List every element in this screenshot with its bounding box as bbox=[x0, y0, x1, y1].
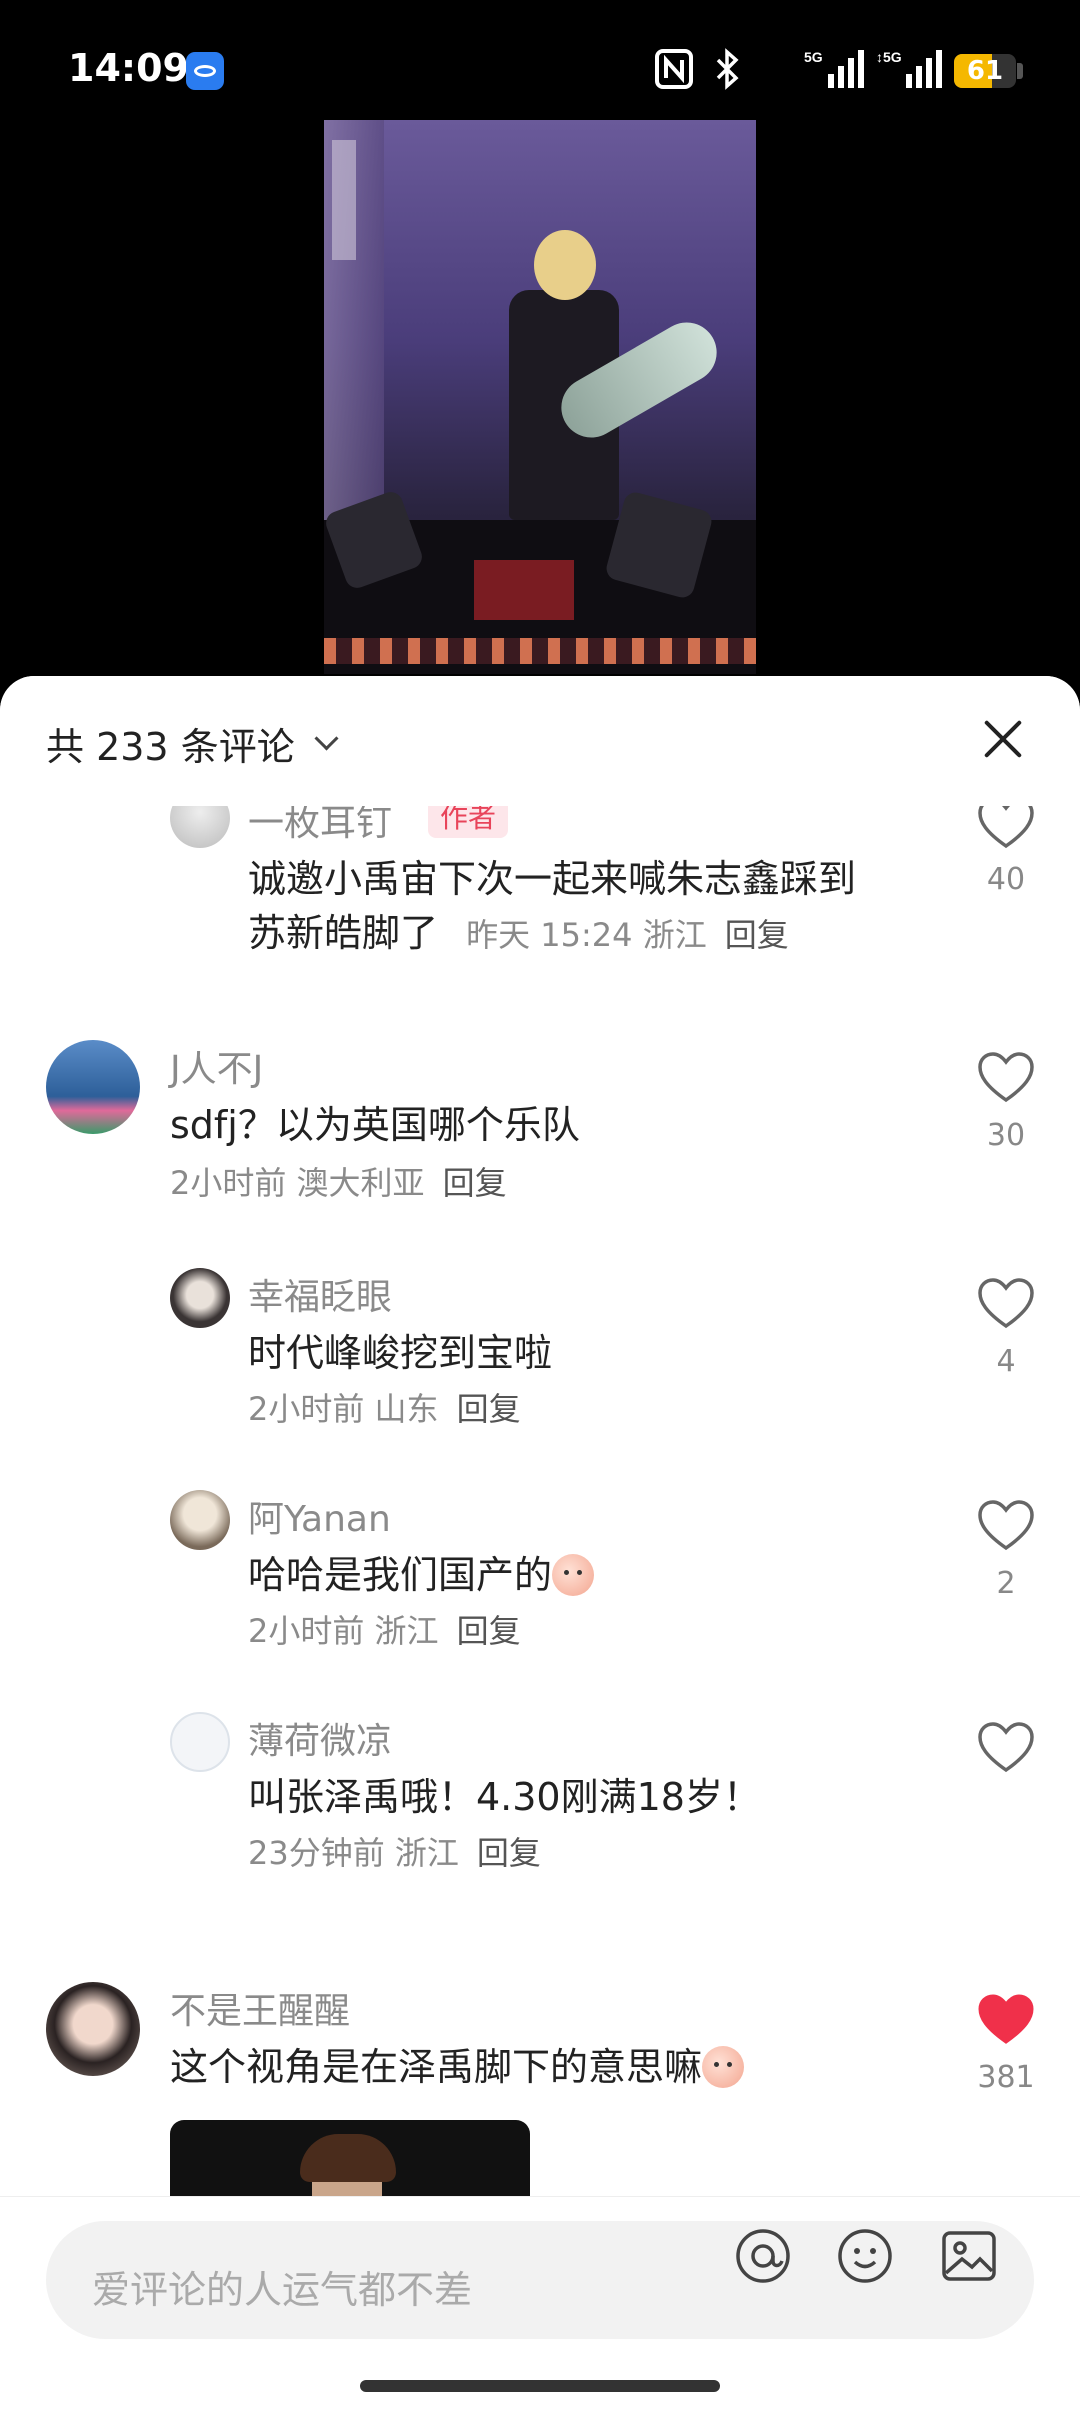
heart-icon-filled[interactable] bbox=[976, 1992, 1036, 2046]
like-count: 30 bbox=[986, 1118, 1026, 1153]
avatar[interactable] bbox=[46, 1982, 140, 2076]
comment-time: 2小时前 bbox=[248, 1390, 365, 1428]
comments-sheet: 共 233 条评论 一枚耳钉 作者 诚邀小禹宙下次一起来喊朱志鑫踩到 苏新皓脚了… bbox=[0, 676, 1080, 2412]
like-count: 40 bbox=[986, 862, 1026, 897]
comment-input-placeholder: 爱评论的人运气都不差 bbox=[92, 2268, 473, 2312]
comment-time: 2小时前 bbox=[170, 1164, 287, 1202]
video-scene-element bbox=[474, 560, 574, 620]
reply-button[interactable]: 回复 bbox=[457, 1390, 521, 1428]
comment-text-line: 苏新皓脚了 bbox=[248, 911, 439, 955]
comment-meta: 昨天 15:24 浙江 回复 bbox=[466, 916, 789, 954]
comment-username[interactable]: 不是王醒醒 bbox=[170, 1982, 350, 2034]
reply-button[interactable]: 回复 bbox=[477, 1834, 541, 1872]
bluetooth-icon bbox=[716, 48, 739, 90]
status-bar: 14:09 5G ↕5G 61 bbox=[0, 0, 1080, 130]
comment-username[interactable]: 薄荷微凉 bbox=[248, 1712, 392, 1764]
comments-header: 共 233 条评论 bbox=[0, 676, 1080, 806]
home-indicator[interactable] bbox=[360, 2380, 720, 2392]
comment-location: 浙江 bbox=[394, 1834, 459, 1872]
signal-5g-icon: ↕5G bbox=[876, 49, 942, 88]
comment-text: sdfj？以为英国哪个乐队 bbox=[170, 1103, 580, 1147]
avatar[interactable] bbox=[170, 1490, 230, 1550]
video-scene-element bbox=[534, 230, 596, 300]
comment-location: 澳大利亚 bbox=[296, 1164, 425, 1202]
avatar[interactable] bbox=[46, 1040, 140, 1134]
avatar[interactable] bbox=[170, 1268, 230, 1328]
app-notification-icon bbox=[186, 52, 224, 90]
battery-level: 61 bbox=[966, 56, 1004, 86]
chevron-down-icon[interactable] bbox=[314, 726, 339, 751]
comment-meta: 2小时前 澳大利亚 回复 bbox=[170, 1158, 507, 1204]
comment-text-line: 这个视角是在泽禹脚下的意思嘛 bbox=[170, 2045, 703, 2089]
comment-text: 苏新皓脚了 昨天 15:24 浙江 回复 bbox=[248, 902, 789, 957]
video-scene-element bbox=[324, 638, 756, 664]
comment-text: 这个视角是在泽禹脚下的意思嘛 bbox=[170, 2036, 745, 2091]
peach-face-emoji bbox=[702, 2046, 745, 2088]
comment-meta: 23分钟前 浙江 回复 bbox=[248, 1828, 541, 1874]
avatar[interactable] bbox=[170, 1712, 230, 1772]
comment-text: 哈哈是我们国产的 bbox=[248, 1544, 595, 1599]
comment-location: 浙江 bbox=[374, 1612, 439, 1650]
heart-icon[interactable] bbox=[976, 1720, 1036, 1774]
video-scene-element bbox=[332, 140, 356, 260]
comment-time: 23分钟前 bbox=[248, 1834, 385, 1872]
comment-count[interactable]: 共 233 条评论 bbox=[46, 716, 295, 771]
close-icon[interactable] bbox=[976, 712, 1030, 766]
battery-icon: 61 bbox=[954, 54, 1016, 88]
video-player[interactable] bbox=[324, 120, 756, 674]
signal-5g-icon: 5G bbox=[804, 49, 864, 88]
comment-meta: 2小时前 山东 回复 bbox=[248, 1384, 521, 1430]
comment-username[interactable]: J人不J bbox=[170, 1040, 263, 1092]
comment-text: 诚邀小禹宙下次一起来喊朱志鑫踩到 bbox=[248, 848, 856, 903]
comment-text-line: 哈哈是我们国产的 bbox=[248, 1553, 553, 1597]
comment-time: 2小时前 bbox=[248, 1612, 365, 1650]
at-icon[interactable] bbox=[734, 2227, 792, 2285]
comment-text: 叫张泽禹哦！4.30刚满18岁！ bbox=[248, 1775, 761, 1819]
status-time: 14:09 bbox=[68, 46, 189, 90]
comment-location: 浙江 bbox=[642, 916, 707, 954]
reply-button[interactable]: 回复 bbox=[443, 1164, 507, 1202]
comment-image-scene bbox=[300, 2134, 396, 2182]
comment-time: 昨天 15:24 bbox=[466, 916, 633, 954]
battery-tip bbox=[1017, 63, 1023, 79]
heart-icon[interactable] bbox=[976, 1050, 1036, 1104]
reply-button[interactable]: 回复 bbox=[457, 1612, 521, 1650]
comment-text: 时代峰峻挖到宝啦 bbox=[248, 1331, 553, 1375]
image-icon[interactable] bbox=[940, 2227, 998, 2285]
peach-face-emoji bbox=[552, 1554, 595, 1596]
comment-username[interactable]: 幸福眨眼 bbox=[248, 1268, 392, 1320]
heart-icon[interactable] bbox=[976, 1498, 1036, 1552]
comment-text-line: 诚邀小禹宙下次一起来喊朱志鑫踩到 bbox=[248, 857, 857, 901]
like-count: 2 bbox=[996, 1566, 1016, 1601]
comment-meta: 2小时前 浙江 回复 bbox=[248, 1606, 521, 1652]
comment-username[interactable]: 阿Yanan bbox=[248, 1490, 391, 1542]
svg-text:5G: 5G bbox=[804, 49, 823, 65]
like-count: 381 bbox=[977, 2060, 1035, 2095]
nfc-icon bbox=[655, 49, 693, 89]
comment-location: 山东 bbox=[374, 1390, 439, 1428]
emoji-icon[interactable] bbox=[836, 2227, 894, 2285]
heart-icon[interactable] bbox=[976, 1276, 1036, 1330]
svg-text:↕5G: ↕5G bbox=[876, 49, 902, 65]
like-count: 4 bbox=[996, 1344, 1016, 1379]
reply-button[interactable]: 回复 bbox=[725, 916, 789, 954]
